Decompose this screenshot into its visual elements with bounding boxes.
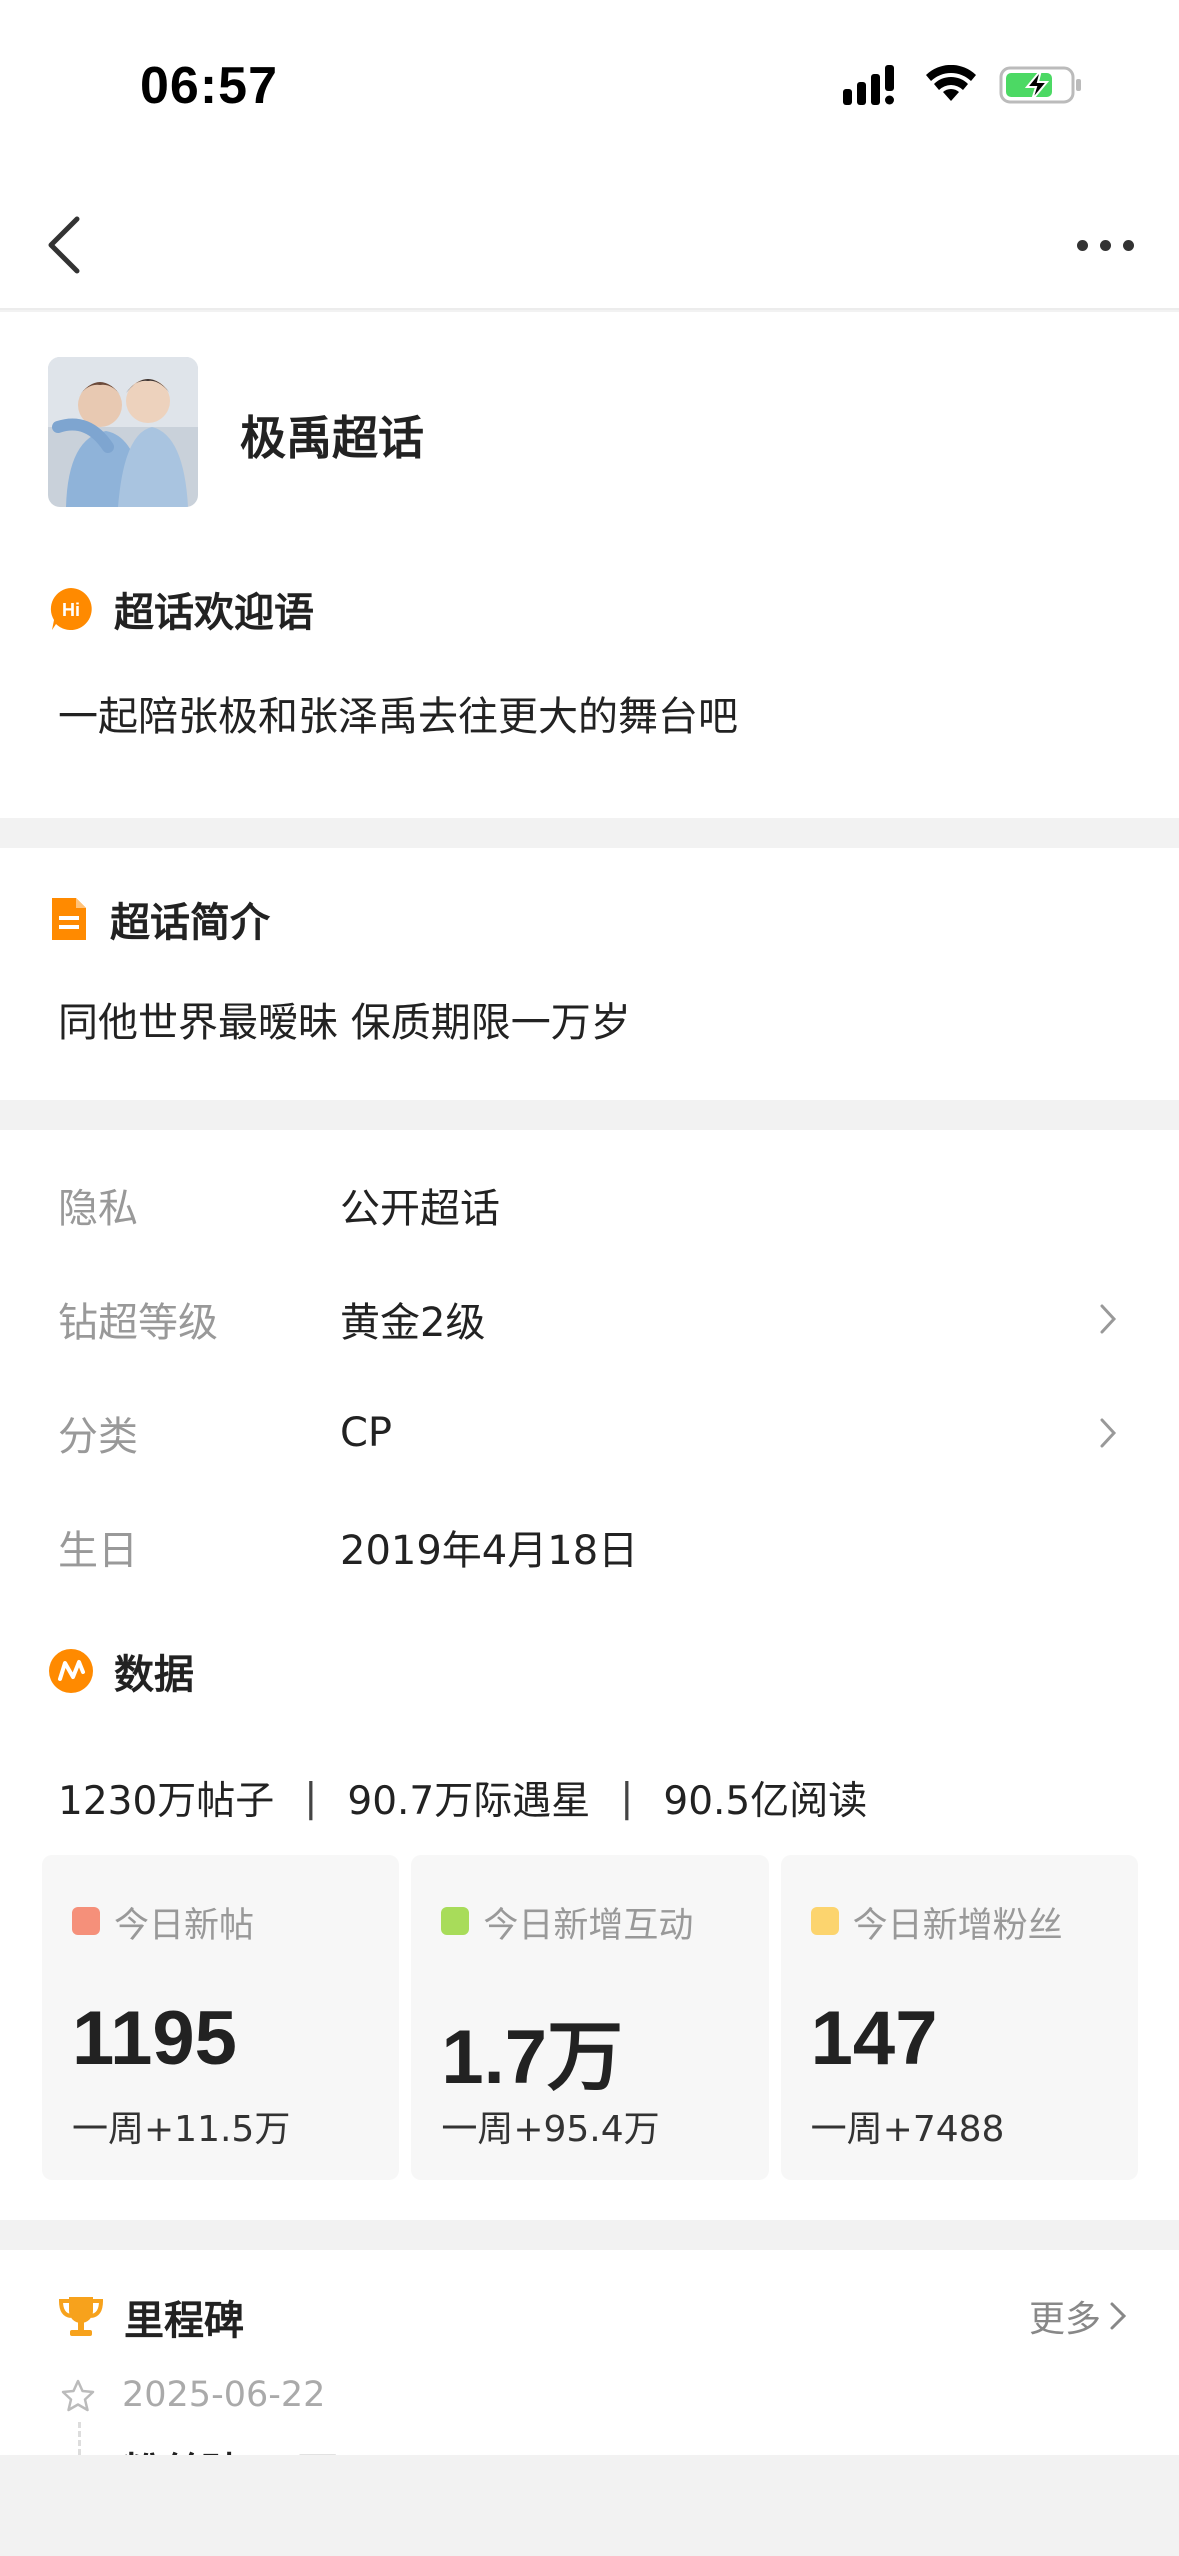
stats-summary: 1230万帖子 | 90.7万际遇星 | 90.5亿阅读 <box>58 1770 867 1826</box>
intro-text: 同他世界最暧昧 保质期限一万岁 <box>58 1000 631 1046</box>
wifi-icon <box>926 65 976 101</box>
tile-value: 1195 <box>72 1996 237 2081</box>
topic-name: 极禹超话 <box>240 411 424 465</box>
more-dots-icon[interactable] <box>1065 210 1145 280</box>
chevron-right-icon <box>1110 2302 1127 2330</box>
info-row-level[interactable]: 钻超等级 黄金2级 <box>58 1284 1128 1354</box>
tile-week: 一周+7488 <box>810 2109 1005 2150</box>
tile-value: 147 <box>810 1996 938 2081</box>
tile-week: 一周+11.5万 <box>72 2109 291 2150</box>
info-row-category[interactable]: 分类 CP <box>58 1398 1128 1468</box>
info-card: 隐私 公开超话 钻超等级 黄金2级 分类 CP 生日 2019年4月18日 数据… <box>0 1130 1179 2220</box>
intro-card: 超话简介 同他世界最暧昧 保质期限一万岁 <box>0 848 1179 1100</box>
info-row-birthday: 生日 2019年4月18日 <box>58 1512 1128 1582</box>
tile-week: 一周+95.4万 <box>441 2109 660 2150</box>
battery-charging-icon <box>999 66 1081 104</box>
status-icons <box>843 64 1083 106</box>
signal-icon <box>843 65 894 105</box>
document-icon <box>52 898 86 940</box>
milestone-card: 里程碑 更多 2025-06-22 粉丝破90万 <box>0 2250 1179 2455</box>
info-key: 钻超等级 <box>58 1300 218 1346</box>
svg-text:Hi: Hi <box>62 600 80 620</box>
chevron-right-icon <box>1088 1413 1128 1453</box>
tile-label: 今日新增互动 <box>483 1906 694 1946</box>
legend-dot <box>72 1907 100 1935</box>
timeline-line <box>78 2422 81 2455</box>
legend-dot <box>441 1907 470 1935</box>
nav-bar <box>0 180 1179 310</box>
stat-separator: | <box>620 1775 634 1821</box>
stat-reads: 90.5亿阅读 <box>663 1779 868 1824</box>
tile-new-interactions[interactable]: 今日新增互动 1.7万 一周+95.4万 <box>411 1855 769 2180</box>
hi-icon: Hi <box>50 588 92 630</box>
today-stats-tiles: 今日新帖 1195 一周+11.5万 今日新增互动 1.7万 一周+95.4万 … <box>42 1855 1138 2180</box>
welcome-header: Hi 超话欢迎语 <box>48 580 314 638</box>
chevron-right-icon <box>1088 1299 1128 1339</box>
more-label: 更多 <box>1028 2299 1101 2340</box>
milestone-date: 2025-06-22 <box>122 2375 326 2415</box>
info-row-privacy: 隐私 公开超话 <box>58 1170 1128 1240</box>
data-chart-icon <box>49 1649 93 1693</box>
data-header: 数据 <box>48 1642 194 1700</box>
milestone-more-link[interactable]: 更多 <box>1029 2290 1129 2342</box>
intro-header: 超话简介 <box>48 890 270 948</box>
info-value: 黄金2级 <box>340 1300 486 1346</box>
status-bar: 06:57 <box>0 0 1179 180</box>
info-key: 分类 <box>58 1414 138 1460</box>
tile-new-fans[interactable]: 今日新增粉丝 147 一周+7488 <box>780 1855 1138 2180</box>
topic-header-card: 极禹超话 Hi 超话欢迎语 一起陪张极和张泽禹去往更大的舞台吧 <box>0 312 1179 818</box>
data-title: 数据 <box>114 1652 194 1698</box>
back-icon[interactable] <box>30 210 100 280</box>
intro-title: 超话简介 <box>110 900 270 946</box>
milestone-title: 里程碑 <box>124 2298 244 2344</box>
tile-label: 今日新增粉丝 <box>852 1906 1063 1946</box>
welcome-text: 一起陪张极和张泽禹去往更大的舞台吧 <box>58 694 738 740</box>
info-key: 生日 <box>58 1528 138 1574</box>
status-time: 06:57 <box>140 57 278 115</box>
info-value: CP <box>340 1410 393 1456</box>
info-value: 公开超话 <box>340 1186 500 1232</box>
legend-dot <box>810 1907 839 1935</box>
milestone-header: 里程碑 <box>58 2288 244 2346</box>
welcome-title: 超话欢迎语 <box>114 590 314 636</box>
topic-avatar <box>48 357 198 507</box>
info-value: 2019年4月18日 <box>340 1528 639 1574</box>
tile-value: 1.7万 <box>441 2015 623 2100</box>
bottom-area <box>0 2455 1179 2556</box>
star-outline-icon <box>61 2379 95 2412</box>
stat-separator: | <box>304 1775 318 1821</box>
tile-label: 今日新帖 <box>114 1906 255 1946</box>
trophy-icon <box>58 2297 104 2336</box>
tile-new-posts[interactable]: 今日新帖 1195 一周+11.5万 <box>42 1855 400 2180</box>
info-key: 隐私 <box>58 1186 138 1232</box>
stat-stars: 90.7万际遇星 <box>347 1779 591 1824</box>
stat-posts: 1230万帖子 <box>58 1779 275 1824</box>
milestone-event: 粉丝破90万 <box>122 2440 338 2455</box>
